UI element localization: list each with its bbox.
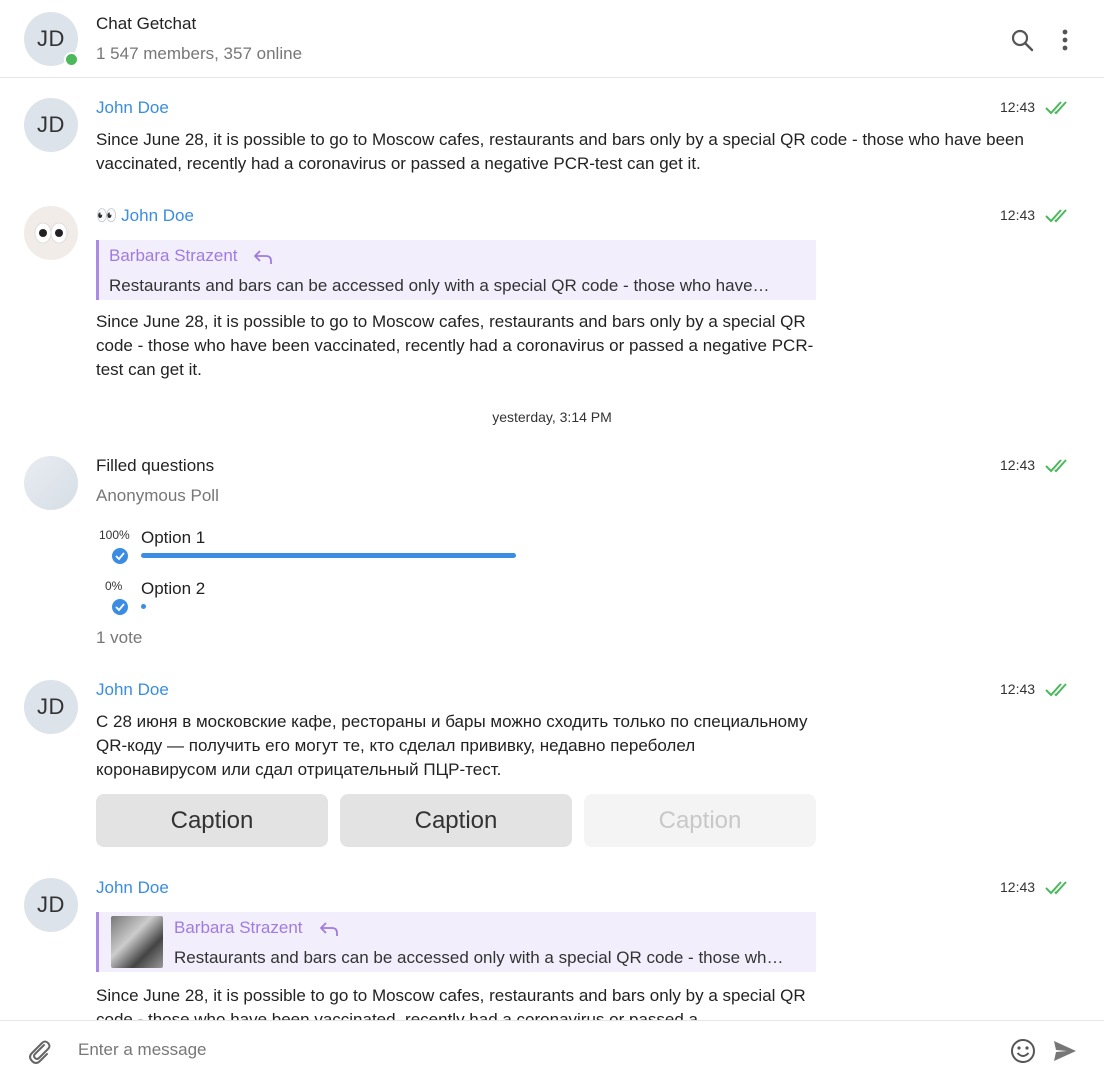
message-time: 12:43 [1000,99,1036,115]
reply-text: Restaurants and bars can be accessed onl… [109,276,770,295]
author-name: John Doe [121,206,194,225]
search-icon[interactable] [1008,26,1036,54]
chat-header: JD Chat Getchat 1 547 members, 357 onlin… [0,0,1104,78]
more-vertical-icon[interactable] [1051,26,1079,54]
message-text: Since June 28, it is possible to go to M… [96,986,806,1020]
inline-button[interactable]: Caption [340,794,572,847]
message-composer [0,1020,1104,1080]
message-text: Since June 28, it is possible to go to M… [96,312,814,379]
online-indicator [64,52,79,67]
paperclip-icon[interactable] [24,1036,54,1066]
message-author[interactable]: John Doe [96,878,169,898]
poll-type: Anonymous Poll [96,486,219,505]
message-time: 12:43 [1000,457,1036,473]
double-check-icon [1045,881,1067,895]
poll-vote-count: 1 vote [96,628,143,647]
chat-title[interactable]: Chat Getchat [96,14,196,34]
double-check-icon [1045,459,1067,473]
avatar[interactable]: JD [24,680,78,734]
eyes-avatar[interactable] [24,206,78,260]
reply-preview[interactable]: Barbara Strazent Restaurants and bars ca… [96,240,816,300]
message-text: Since June 28, it is possible to go to M… [96,130,1024,173]
message[interactable]: JD John Doe 12:43 Barbara Strazent Resta… [0,878,1104,1020]
message[interactable]: JD John Doe 12:43 Since June 28, it is p… [0,98,1104,188]
avatar[interactable]: JD [24,878,78,932]
poll-title: Filled questions [96,456,215,475]
check-icon [112,548,128,564]
message[interactable]: JD John Doe 12:43 С 28 июня в московские… [0,680,1104,850]
date-separator: yesterday, 3:14 PM [492,409,612,425]
reply-author: Barbara Strazent [174,918,303,937]
message-text: С 28 июня в московские кафе, рестораны и… [96,712,808,779]
emoji-icon[interactable] [1008,1036,1038,1066]
avatar[interactable]: JD [24,98,78,152]
reply-thumbnail [111,916,163,968]
chat-members-count: 1 547 members, 357 online [96,44,303,63]
message-author[interactable]: 👀 John Doe [96,206,194,226]
message-time: 12:43 [1000,681,1036,697]
message[interactable]: 👀 John Doe 12:43 Barbara Strazent Restau… [0,206,1104,386]
inline-button[interactable]: Caption [96,794,328,847]
inline-button-disabled: Caption [584,794,816,847]
message-author[interactable]: John Doe [96,98,169,118]
reply-author: Barbara Strazent [109,246,238,265]
send-icon[interactable] [1050,1036,1080,1066]
double-check-icon [1045,101,1067,115]
message-author[interactable]: John Doe [96,680,169,700]
poll-message[interactable]: Filled questions 12:43 Anonymous Poll 10… [0,456,1104,656]
poll-option-bar [141,553,516,558]
double-check-icon [1045,683,1067,697]
poll-option-percent: 0% [105,579,123,593]
reply-text: Restaurants and bars can be accessed onl… [174,948,784,967]
message-time: 12:43 [1000,207,1036,223]
check-icon [112,599,128,615]
reply-arrow-icon [320,922,338,936]
message-input[interactable] [78,1040,978,1060]
inline-keyboard: Caption Caption Caption [0,794,1104,847]
poll-option-bar [141,604,146,609]
avatar[interactable] [24,456,78,510]
poll-option-label: Option 1 [141,528,206,547]
poll-option-label: Option 2 [141,579,206,598]
reply-preview[interactable]: Barbara Strazent Restaurants and bars ca… [96,912,816,972]
message-time: 12:43 [1000,879,1036,895]
author-emoji: 👀 [96,206,118,225]
message-list[interactable]: JD John Doe 12:43 Since June 28, it is p… [0,78,1104,1020]
poll-option-percent: 100% [99,528,130,542]
double-check-icon [1045,209,1067,223]
reply-arrow-icon [254,250,272,264]
